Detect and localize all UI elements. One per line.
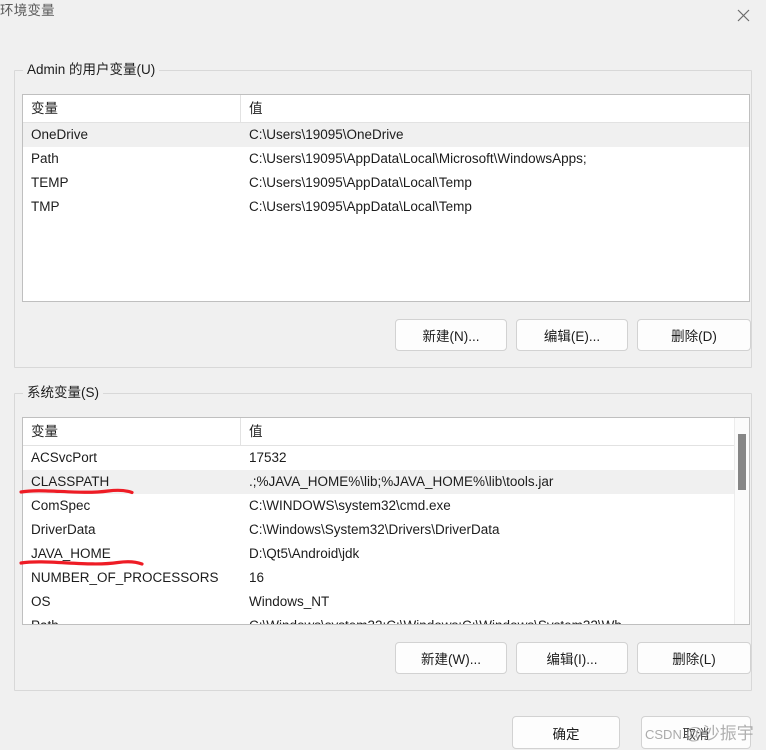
- window-title: 环境变量: [0, 3, 55, 18]
- user-variables-body: OneDrive C:\Users\19095\OneDrive Path C:…: [23, 123, 749, 219]
- user-variables-header: 变量 值: [23, 95, 749, 123]
- cell-variable: DriverData: [31, 522, 96, 537]
- cell-variable: JAVA_HOME: [31, 546, 111, 561]
- table-row[interactable]: TMP C:\Users\19095\AppData\Local\Temp: [23, 195, 749, 219]
- system-new-button[interactable]: 新建(W)...: [395, 642, 507, 674]
- cell-variable: TEMP: [31, 175, 69, 190]
- user-delete-button[interactable]: 删除(D): [637, 319, 751, 351]
- cell-variable: OneDrive: [31, 127, 89, 142]
- cell-value: C:\Windows\system32;C:\Windows;C:\Window…: [241, 614, 749, 624]
- system-variables-header: 变量 值: [23, 418, 749, 446]
- close-icon[interactable]: [720, 0, 766, 30]
- cell-value: C:\Windows\System32\Drivers\DriverData: [249, 522, 500, 537]
- cell-variable: Path: [23, 614, 241, 624]
- cell-variable: TMP: [31, 199, 60, 214]
- table-row[interactable]: OS Windows_NT: [23, 590, 749, 614]
- table-row[interactable]: Path C:\Windows\system32;C:\Windows;C:\W…: [23, 614, 749, 624]
- system-variables-legend: 系统变量(S): [23, 384, 103, 402]
- cell-value: 16: [249, 570, 265, 585]
- table-row[interactable]: OneDrive C:\Users\19095\OneDrive: [23, 123, 749, 147]
- table-row[interactable]: ComSpec C:\WINDOWS\system32\cmd.exe: [23, 494, 749, 518]
- user-variables-list[interactable]: 变量 值 OneDrive C:\Users\19095\OneDrive Pa…: [22, 94, 750, 302]
- system-variables-list[interactable]: 变量 值 ACSvcPort 17532 CLASSPATH .;%JAVA_H…: [22, 417, 750, 625]
- cell-value: C:\Users\19095\OneDrive: [249, 127, 404, 142]
- column-header-variable[interactable]: 变量: [23, 95, 241, 122]
- table-row[interactable]: DriverData C:\Windows\System32\Drivers\D…: [23, 518, 749, 542]
- system-delete-button[interactable]: 删除(L): [637, 642, 751, 674]
- cancel-button[interactable]: 取消: [641, 716, 751, 749]
- cell-value: .;%JAVA_HOME%\lib;%JAVA_HOME%\lib\tools.…: [249, 474, 554, 489]
- user-variables-legend: Admin 的用户变量(U): [23, 61, 160, 79]
- cell-variable: ACSvcPort: [31, 450, 98, 465]
- column-header-value[interactable]: 值: [241, 418, 749, 445]
- table-row[interactable]: CLASSPATH .;%JAVA_HOME%\lib;%JAVA_HOME%\…: [23, 470, 749, 494]
- cell-variable: CLASSPATH: [31, 474, 110, 489]
- system-list-scrollbar[interactable]: [734, 418, 749, 624]
- user-edit-button[interactable]: 编辑(E)...: [516, 319, 628, 351]
- table-row[interactable]: ACSvcPort 17532: [23, 446, 749, 470]
- table-row[interactable]: TEMP C:\Users\19095\AppData\Local\Temp: [23, 171, 749, 195]
- column-header-value[interactable]: 值: [241, 95, 749, 122]
- column-header-variable[interactable]: 变量: [23, 418, 241, 445]
- cell-value: C:\Users\19095\AppData\Local\Temp: [249, 199, 472, 214]
- ok-button[interactable]: 确定: [512, 716, 620, 749]
- cell-value: D:\Qt5\Android\jdk: [249, 546, 360, 561]
- cell-variable: Path: [31, 151, 59, 166]
- scrollbar-thumb[interactable]: [738, 434, 746, 490]
- cell-value: C:\Users\19095\AppData\Local\Temp: [249, 175, 472, 190]
- cell-value: 17532: [249, 450, 287, 465]
- window-titlebar: 环境变量: [0, 0, 766, 32]
- table-row[interactable]: NUMBER_OF_PROCESSORS 16: [23, 566, 749, 590]
- cell-value: Windows_NT: [249, 594, 330, 609]
- table-row[interactable]: Path C:\Users\19095\AppData\Local\Micros…: [23, 147, 749, 171]
- user-new-button[interactable]: 新建(N)...: [395, 319, 507, 351]
- system-edit-button[interactable]: 编辑(I)...: [516, 642, 628, 674]
- system-variables-body: ACSvcPort 17532 CLASSPATH .;%JAVA_HOME%\…: [23, 446, 749, 624]
- cell-value: C:\WINDOWS\system32\cmd.exe: [249, 498, 451, 513]
- cell-variable: OS: [31, 594, 51, 609]
- table-row[interactable]: JAVA_HOME D:\Qt5\Android\jdk: [23, 542, 749, 566]
- cell-value: C:\Users\19095\AppData\Local\Microsoft\W…: [249, 151, 587, 166]
- cell-variable: ComSpec: [31, 498, 91, 513]
- cell-variable: NUMBER_OF_PROCESSORS: [31, 570, 219, 585]
